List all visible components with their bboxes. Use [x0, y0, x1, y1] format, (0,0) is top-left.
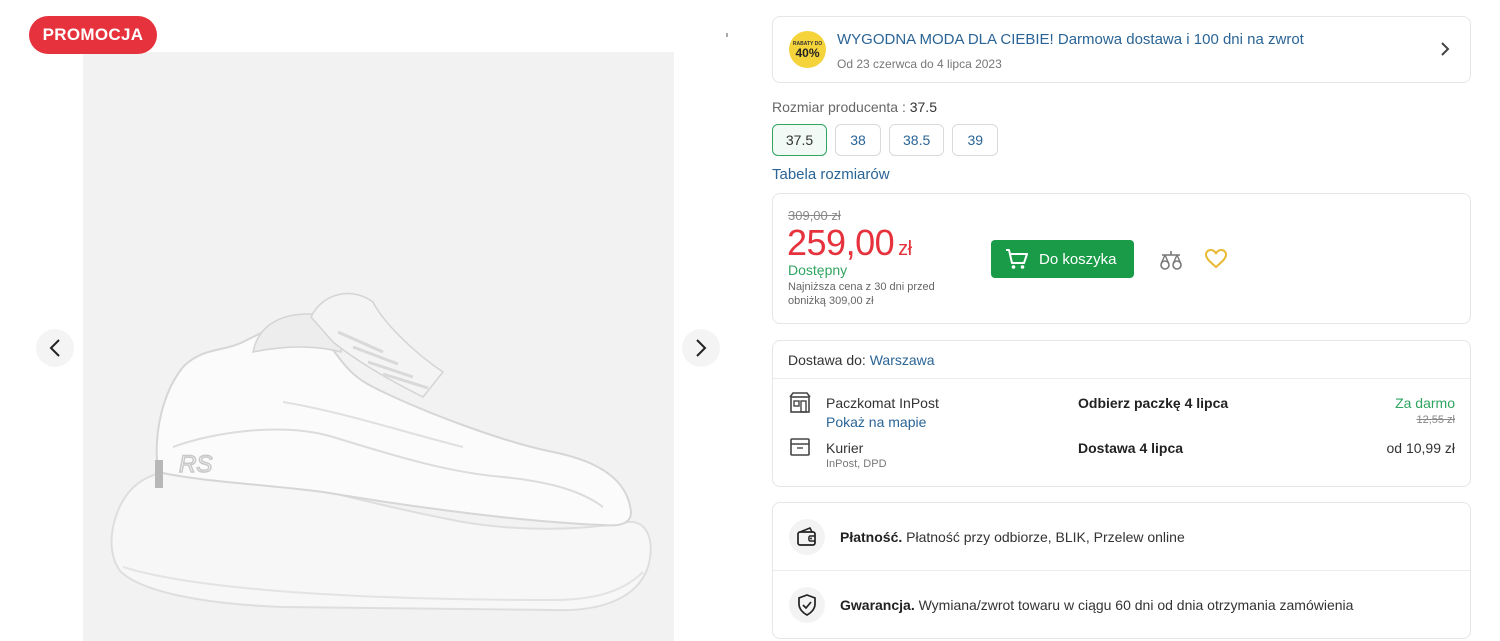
add-to-cart-label: Do koszyka — [1039, 250, 1117, 268]
price-box: 309,00 zł 259,00 zł Dostępny Najniższa ce… — [772, 193, 1471, 324]
promo-title: WYGODNA MODA DLA CIEBIE! Darmowa dostawa… — [837, 31, 1304, 48]
lowest-price-note: Najniższa cena z 30 dni przed obniżką 30… — [788, 281, 935, 307]
delivery-option-date: Dostawa 4 lipca — [1078, 440, 1184, 456]
gallery-next-button[interactable] — [682, 329, 720, 367]
heart-icon[interactable] — [1205, 249, 1227, 269]
warranty-title: Gwarancja. — [840, 597, 915, 613]
delivery-option-carriers: InPost, DPD — [826, 458, 887, 470]
delivery-option-name: Kurier — [826, 440, 864, 456]
warranty-info: Gwarancja. Wymiana/zwrot towaru w ciągu … — [840, 597, 1353, 613]
package-box-icon — [790, 438, 810, 456]
size-table-link[interactable]: Tabela rozmiarów — [772, 166, 890, 183]
size-option[interactable]: 38 — [835, 124, 881, 156]
payment-text: Płatność przy odbiorze, BLIK, Przelew on… — [906, 529, 1185, 545]
delivery-option-old-price: 12,55 zł — [1416, 414, 1455, 426]
delivery-box: Dostawa do: Warszawa Paczkomat InPost Po… — [772, 340, 1471, 487]
chevron-left-icon — [49, 339, 60, 357]
warranty-icon-wrap — [789, 587, 825, 623]
size-selected-value: 37.5 — [909, 99, 937, 115]
size-label-text: Rozmiar producenta — [772, 99, 899, 115]
svg-text:RS: RS — [179, 451, 212, 478]
current-price-value: 259,00 — [787, 222, 895, 263]
promo-banner[interactable]: RABATY DO 40% WYGODNA MODA DLA CIEBIE! D… — [772, 16, 1471, 83]
product-image[interactable]: RS — [83, 52, 674, 641]
delivery-option-date: Odbierz paczkę 4 lipca — [1078, 395, 1229, 411]
gallery-prev-button[interactable] — [36, 329, 74, 367]
size-option[interactable]: 37.5 — [772, 124, 827, 156]
cart-icon — [1006, 249, 1028, 269]
compare-scale-icon[interactable] — [1159, 249, 1183, 271]
payment-icon-wrap — [789, 519, 825, 555]
add-to-cart-button[interactable]: Do koszyka — [991, 240, 1134, 278]
discount-badge-value: 40% — [795, 45, 820, 60]
size-option[interactable]: 39 — [952, 124, 999, 156]
size-options: 37.5 38 38.5 39 — [772, 124, 999, 156]
current-price-currency: zł — [898, 238, 912, 260]
chevron-right-icon — [696, 339, 707, 357]
info-box: Płatność. Płatność przy odbiorze, BLIK, … — [772, 502, 1471, 639]
warranty-text: Wymiana/zwrot towaru w ciągu 60 dni od d… — [918, 597, 1354, 613]
delivery-label: Dostawa do: — [788, 352, 866, 368]
payment-info: Płatność. Płatność przy odbiorze, BLIK, … — [840, 529, 1185, 545]
sneaker-illustration: RS — [110, 292, 652, 612]
promo-dates: Od 23 czerwca do 4 lipca 2023 — [837, 57, 1002, 71]
discount-badge: RABATY DO 40% — [789, 31, 826, 68]
divider-mark — [726, 33, 728, 37]
promo-badge: PROMOCJA — [29, 16, 157, 54]
delivery-option-name: Paczkomat InPost — [826, 395, 939, 411]
parcel-locker-icon — [789, 392, 811, 413]
payment-title: Płatność. — [840, 529, 903, 545]
current-price: 259,00 zł — [787, 222, 912, 264]
chevron-right-icon — [1441, 42, 1450, 56]
size-label: Rozmiar producenta : 37.5 — [772, 99, 937, 115]
delivery-city-link[interactable]: Warszawa — [870, 352, 935, 368]
divider — [773, 378, 1470, 379]
shield-check-icon — [798, 594, 816, 616]
delivery-option-price: Za darmo — [1395, 395, 1455, 411]
availability-status: Dostępny — [788, 262, 848, 278]
show-on-map-link[interactable]: Pokaż na mapie — [826, 414, 926, 430]
old-price: 309,00 zł — [788, 208, 841, 223]
size-option[interactable]: 38.5 — [889, 124, 945, 156]
delivery-option-price: od 10,99 zł — [1386, 440, 1456, 456]
divider — [773, 570, 1470, 571]
wallet-icon — [797, 527, 816, 546]
delivery-header: Dostawa do: Warszawa — [788, 352, 935, 368]
